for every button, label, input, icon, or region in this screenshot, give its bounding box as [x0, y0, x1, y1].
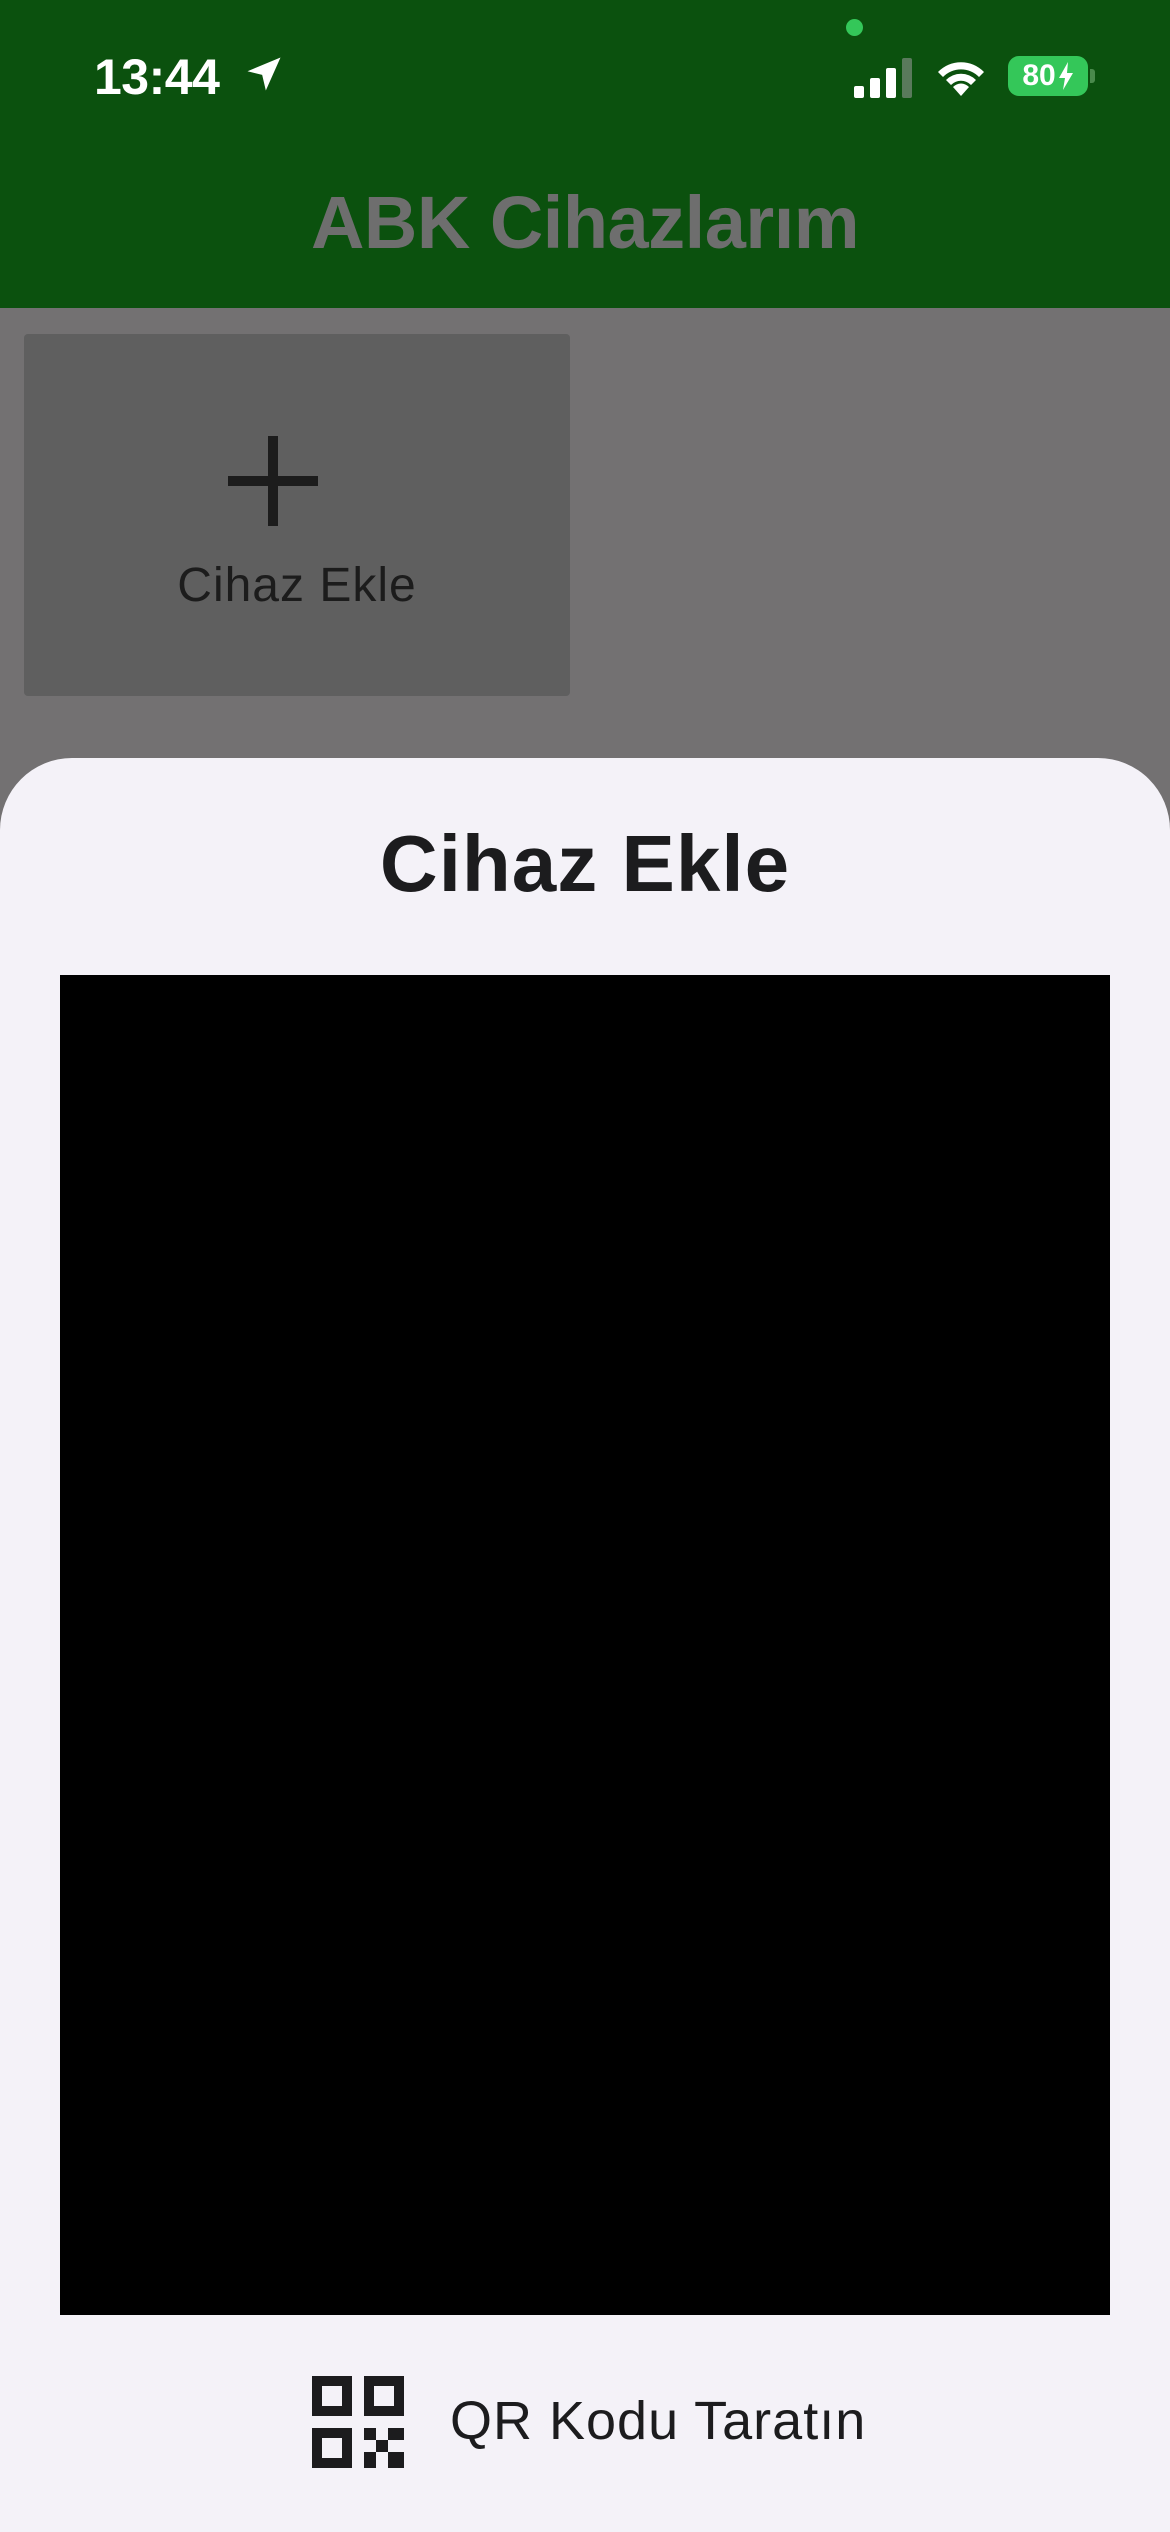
- wifi-icon: [938, 62, 984, 96]
- plus-icon[interactable]: [228, 436, 318, 526]
- status-time: 13:44: [94, 49, 220, 105]
- sheet-title: Cihaz Ekle: [379, 819, 791, 908]
- add-device-tile-label[interactable]: Cihaz Ekle: [24, 558, 570, 613]
- camera-in-use-indicator: [846, 19, 863, 36]
- cellular-signal-icon: [854, 58, 912, 98]
- app-screen: 13:44 80 ABK Cihazlarım Cihaz Ekle Cihaz…: [0, 0, 1170, 2532]
- location-arrow-icon: [247, 57, 281, 91]
- charging-bolt-icon: [1058, 62, 1073, 90]
- battery-level: 80: [1022, 59, 1056, 92]
- page-title: ABK Cihazlarım: [310, 181, 860, 264]
- qr-code-icon[interactable]: [312, 2376, 404, 2468]
- battery-indicator: 80: [1008, 56, 1088, 96]
- battery-cap: [1090, 69, 1095, 83]
- qr-camera-preview[interactable]: [60, 975, 1110, 2315]
- scan-qr-button-label[interactable]: QR Kodu Taratın: [450, 2390, 866, 2452]
